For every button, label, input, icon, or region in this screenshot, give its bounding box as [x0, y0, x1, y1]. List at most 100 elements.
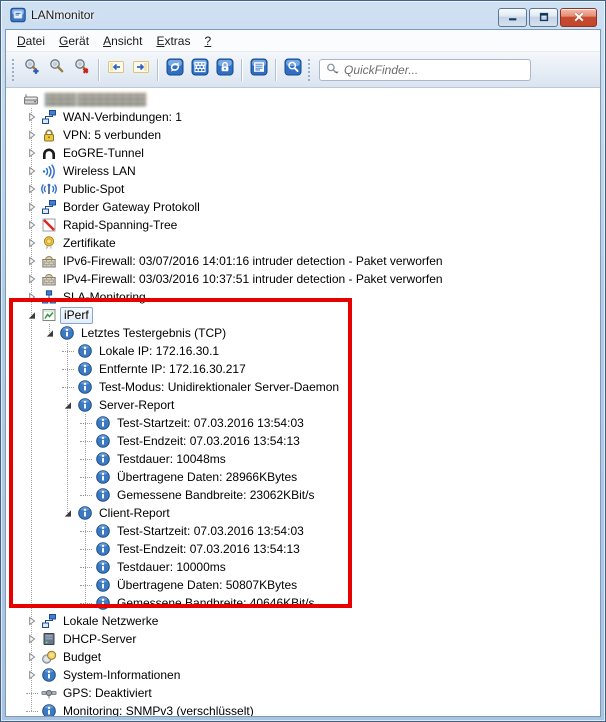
- expander-collapsed-icon[interactable]: [26, 219, 38, 231]
- tree-indent: [6, 243, 26, 244]
- expander-collapsed-icon[interactable]: [26, 201, 38, 213]
- expander-collapsed-icon[interactable]: [26, 615, 38, 627]
- tree-item[interactable]: Server-Report: [6, 396, 600, 414]
- device-name-redacted: ▒▒▒▒ ▒▒▒▒▒▒▒▒▒: [42, 92, 148, 107]
- tree-indent: [6, 513, 62, 514]
- minimize-button[interactable]: [498, 8, 527, 27]
- add-device-button[interactable]: [19, 57, 44, 82]
- tree-item[interactable]: Test-Modus: Unidirektionaler Server-Daem…: [6, 378, 600, 396]
- leaf-connector: [80, 477, 92, 478]
- tree-item[interactable]: Gemessene Bandbreite: 40646KBit/s: [6, 594, 600, 612]
- expander-expanded-icon[interactable]: [44, 327, 56, 339]
- tree-item[interactable]: Gemessene Bandbreite: 23062KBit/s: [6, 486, 600, 504]
- menu-item-datei[interactable]: Datei: [10, 31, 52, 51]
- leaf-connector: [80, 531, 92, 532]
- tree-item[interactable]: IPv4-Firewall: 03/03/2016 10:37:51 intru…: [6, 270, 600, 288]
- next-device-button[interactable]: [128, 57, 153, 82]
- menu-item-geraet[interactable]: Gerät: [52, 31, 96, 51]
- tree-indent: [6, 603, 80, 604]
- title-bar[interactable]: LANmonitor: [1, 1, 605, 29]
- accounting-button[interactable]: [162, 57, 187, 82]
- close-button[interactable]: [560, 8, 597, 27]
- tree-indent: [6, 225, 26, 226]
- tree-item[interactable]: ▒▒▒▒ ▒▒▒▒▒▒▒▒▒: [6, 90, 600, 108]
- quickfinder-box: [319, 59, 531, 81]
- tree-item[interactable]: Rapid-Spanning-Tree: [6, 216, 600, 234]
- tree-item[interactable]: Test-Endzeit: 07.03.2016 13:54:13: [6, 540, 600, 558]
- quickfinder-toggle-button[interactable]: [280, 57, 305, 82]
- tree-item[interactable]: Zertifikate: [6, 234, 600, 252]
- tree-item[interactable]: Übertragene Daten: 28966KBytes: [6, 468, 600, 486]
- tree-item[interactable]: IPv6-Firewall: 03/07/2016 14:01:16 intru…: [6, 252, 600, 270]
- tree-item-label: Test-Startzeit: 07.03.2016 13:54:03: [114, 416, 307, 431]
- tree-item[interactable]: iPerf: [6, 306, 600, 324]
- tree-item[interactable]: Entfernte IP: 172.16.30.217: [6, 360, 600, 378]
- menu-item-ansicht[interactable]: Ansicht: [96, 31, 149, 51]
- expander-collapsed-icon[interactable]: [26, 669, 38, 681]
- network-icon: [40, 199, 57, 215]
- expander-collapsed-icon[interactable]: [26, 291, 38, 303]
- tree-item-label: Wireless LAN: [60, 164, 139, 179]
- vpn-connections-button[interactable]: [212, 57, 237, 82]
- tree-item-label: WAN-Verbindungen: 1: [60, 110, 185, 125]
- expander-collapsed-icon[interactable]: [26, 147, 38, 159]
- tree-item[interactable]: Test-Endzeit: 07.03.2016 13:54:13: [6, 432, 600, 450]
- tree-item[interactable]: Letztes Testergebnis (TCP): [6, 324, 600, 342]
- tree-item[interactable]: EoGRE-Tunnel: [6, 144, 600, 162]
- quickfinder-input[interactable]: [340, 62, 525, 78]
- tree-item[interactable]: Budget: [6, 648, 600, 666]
- tree-item-label: Budget: [60, 650, 104, 665]
- expander-expanded-icon[interactable]: [26, 309, 38, 321]
- tree-item-label: Letztes Testergebnis (TCP): [78, 326, 229, 341]
- expander-expanded-icon[interactable]: [62, 399, 74, 411]
- tree-item[interactable]: Client-Report: [6, 504, 600, 522]
- expander-collapsed-icon[interactable]: [26, 237, 38, 249]
- maximize-button[interactable]: [529, 8, 558, 27]
- tree-item[interactable]: Wireless LAN: [6, 162, 600, 180]
- tree-indent: [6, 387, 62, 388]
- tree-indent: [6, 675, 26, 676]
- tree-item[interactable]: Border Gateway Protokoll: [6, 198, 600, 216]
- info-icon: [40, 667, 57, 683]
- expander-collapsed-icon[interactable]: [26, 111, 38, 123]
- expander-collapsed-icon[interactable]: [26, 633, 38, 645]
- firewall-button[interactable]: [187, 57, 212, 82]
- expander-collapsed-icon[interactable]: [26, 651, 38, 663]
- maximize-icon: [539, 9, 549, 27]
- tree-item[interactable]: DHCP-Server: [6, 630, 600, 648]
- tree-item[interactable]: Testdauer: 10000ms: [6, 558, 600, 576]
- search-device-button[interactable]: [44, 57, 69, 82]
- expander-collapsed-icon[interactable]: [26, 165, 38, 177]
- tree-item[interactable]: SLA-Monitoring: [6, 288, 600, 306]
- tree-item[interactable]: Lokale IP: 172.16.30.1: [6, 342, 600, 360]
- info-icon: [94, 469, 111, 485]
- wall-icon: [191, 58, 209, 81]
- tree-item[interactable]: Test-Startzeit: 07.03.2016 13:54:03: [6, 414, 600, 432]
- expander-expanded-icon[interactable]: [62, 507, 74, 519]
- tree-item[interactable]: WAN-Verbindungen: 1: [6, 108, 600, 126]
- tree-item[interactable]: Testdauer: 10048ms: [6, 450, 600, 468]
- tree-item[interactable]: VPN: 5 verbunden: [6, 126, 600, 144]
- tree-item[interactable]: Public-Spot: [6, 180, 600, 198]
- firewall-icon: [40, 271, 57, 287]
- leaf-connector: [80, 441, 92, 442]
- tree-item[interactable]: Übertragene Daten: 50807KBytes: [6, 576, 600, 594]
- expander-collapsed-icon[interactable]: [26, 183, 38, 195]
- tree-item[interactable]: System-Informationen: [6, 666, 600, 684]
- menu-item-hilfe[interactable]: ?: [197, 31, 218, 51]
- remove-device-button[interactable]: [69, 57, 94, 82]
- tree-item[interactable]: Monitoring: SNMPv3 (verschlüsselt): [6, 702, 600, 716]
- tree-item[interactable]: Lokale Netzwerke: [6, 612, 600, 630]
- tree-item[interactable]: Test-Startzeit: 07.03.2016 13:54:03: [6, 522, 600, 540]
- leaf-connector: [80, 585, 92, 586]
- leaf-connector: [80, 423, 92, 424]
- tree-item[interactable]: GPS: Deaktiviert: [6, 684, 600, 702]
- toolbar-gripper[interactable]: [12, 59, 14, 81]
- expander-collapsed-icon[interactable]: [26, 255, 38, 267]
- expander-collapsed-icon[interactable]: [26, 129, 38, 141]
- trace-output-button[interactable]: [246, 57, 271, 82]
- quickfinder-gripper[interactable]: [308, 59, 310, 81]
- menu-item-extras[interactable]: Extras: [149, 31, 197, 51]
- expander-collapsed-icon[interactable]: [26, 273, 38, 285]
- previous-device-button[interactable]: [103, 57, 128, 82]
